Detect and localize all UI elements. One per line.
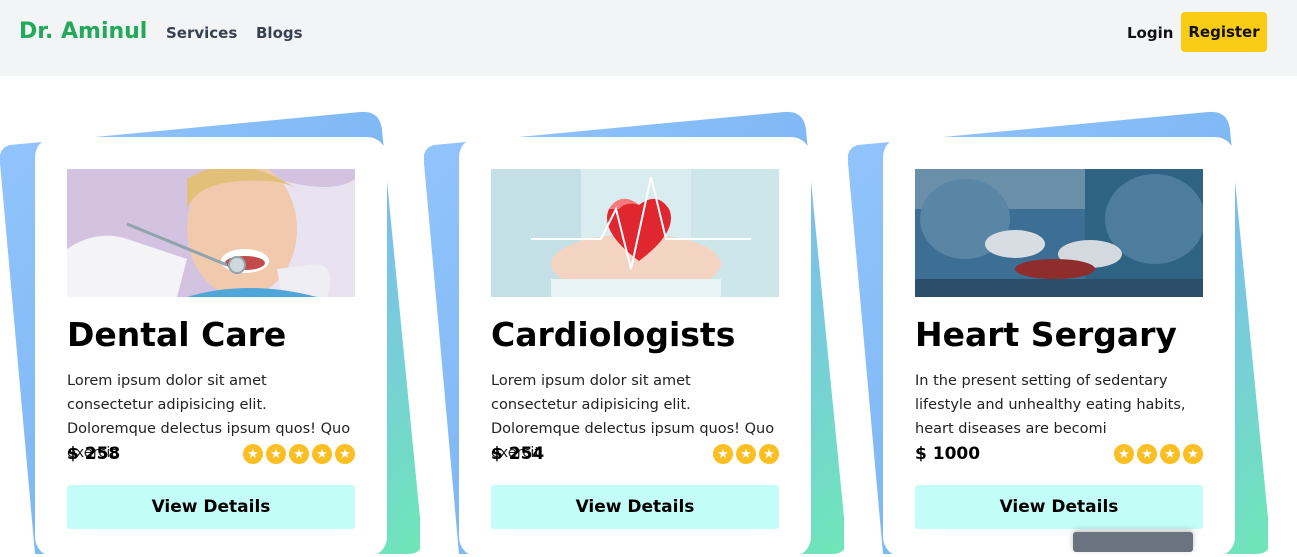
- star-icon: ★: [1183, 444, 1203, 464]
- view-details-button[interactable]: View Details: [915, 485, 1203, 529]
- card-title: Heart Sergary: [915, 315, 1177, 354]
- card-title: Cardiologists: [491, 315, 736, 354]
- cardiologists-image: [491, 169, 779, 297]
- view-details-button[interactable]: View Details: [67, 485, 355, 529]
- card-title: Dental Care: [67, 315, 287, 354]
- star-icon: ★: [736, 444, 756, 464]
- floating-widget[interactable]: [1073, 532, 1193, 552]
- star-icon: ★: [335, 444, 355, 464]
- navbar: Dr. Aminul Services Blogs Login Register: [0, 0, 1297, 76]
- service-card-dental: Dental Care Lorem ipsum dolor sit amet c…: [0, 100, 440, 557]
- nav-link-services[interactable]: Services: [166, 24, 237, 42]
- brand-logo[interactable]: Dr. Aminul: [19, 19, 147, 44]
- star-icon: ★: [1114, 444, 1134, 464]
- service-card: Cardiologists Lorem ipsum dolor sit amet…: [459, 137, 811, 557]
- login-link[interactable]: Login: [1127, 24, 1173, 42]
- card-price: $ 1000: [915, 444, 981, 464]
- star-icon: ★: [759, 444, 779, 464]
- heart-surgery-image: [915, 169, 1203, 297]
- star-icon: ★: [243, 444, 263, 464]
- rating-stars: ★ ★ ★ ★ ★: [243, 444, 355, 464]
- star-icon: ★: [1137, 444, 1157, 464]
- star-icon: ★: [312, 444, 332, 464]
- card-price: $ 258: [67, 444, 121, 464]
- star-icon: ★: [266, 444, 286, 464]
- rating-stars: ★ ★ ★: [713, 444, 779, 464]
- card-price: $ 254: [491, 444, 545, 464]
- star-icon: ★: [713, 444, 733, 464]
- register-button[interactable]: Register: [1181, 12, 1267, 52]
- dental-care-image: [67, 169, 355, 297]
- card-description: In the present setting of sedentary life…: [915, 373, 1186, 437]
- service-card: Dental Care Lorem ipsum dolor sit amet c…: [35, 137, 387, 557]
- service-card-cardiologists: Cardiologists Lorem ipsum dolor sit amet…: [424, 100, 864, 557]
- nav-link-blogs[interactable]: Blogs: [256, 24, 303, 42]
- star-icon: ★: [1160, 444, 1180, 464]
- rating-stars: ★ ★ ★ ★: [1114, 444, 1203, 464]
- view-details-button[interactable]: View Details: [491, 485, 779, 529]
- service-card-heart-surgery: Heart Sergary In the present setting of …: [848, 100, 1288, 557]
- service-card: Heart Sergary In the present setting of …: [883, 137, 1235, 557]
- star-icon: ★: [289, 444, 309, 464]
